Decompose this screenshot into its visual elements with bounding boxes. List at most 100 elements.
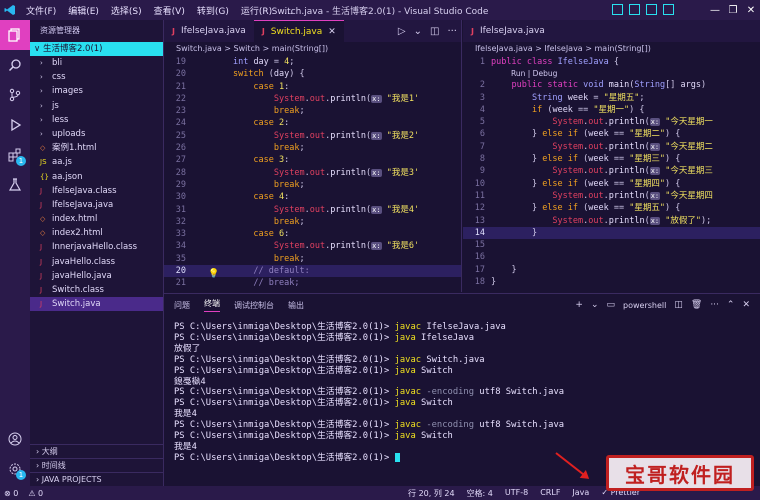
line-ending[interactable]: CRLF	[540, 488, 560, 499]
run-dropdown-icon[interactable]: ⌄	[414, 26, 422, 37]
tab-ifelsejava[interactable]: J IfelseJava.java	[164, 20, 254, 42]
file-tree-item[interactable]: J InnerjavaHello.class	[30, 240, 163, 254]
file-tree-item[interactable]: {} aa.json	[30, 170, 163, 184]
breadcrumb[interactable]: Switch.java > Switch > main(String[])	[164, 42, 461, 56]
file-tree: › bli › css › images › js › less › uploads ◇ 案例1.html…	[30, 56, 163, 312]
menu-item[interactable]: ...	[284, 7, 293, 17]
settings-gear-icon[interactable]: 1	[0, 454, 30, 484]
panel-tab[interactable]: 终端	[204, 298, 220, 312]
split-editor-icon[interactable]: ◫	[430, 26, 439, 37]
source-control-icon[interactable]	[0, 80, 30, 110]
file-tree-item[interactable]: J IfelseJava.class	[30, 184, 163, 198]
terminal-line: 鎴戞槸4	[174, 376, 206, 387]
file-tree-item[interactable]: ◇ index2.html	[30, 226, 163, 240]
indentation[interactable]: 空格: 4	[467, 488, 493, 499]
class-file-icon: J	[40, 186, 43, 195]
run-debug-codelens[interactable]: Run | Debug	[463, 68, 760, 79]
code-area-left[interactable]: 19 int day = 4; 20 switch (day) {21 case …	[164, 56, 461, 290]
timeline-section[interactable]: › 时间线	[30, 458, 164, 472]
menu-item[interactable]: 运行(R)	[241, 7, 272, 17]
account-icon[interactable]	[0, 424, 30, 454]
panel-tab[interactable]: 调试控制台	[234, 300, 274, 311]
tab-switch-java[interactable]: J Switch.java ✕	[253, 20, 344, 42]
testing-icon[interactable]	[0, 170, 30, 200]
json-file-icon: {}	[40, 172, 49, 181]
file-tree-item[interactable]: › css	[30, 70, 163, 84]
file-tree-item[interactable]: ◇ 案例1.html	[30, 141, 163, 155]
more-actions-icon[interactable]: ···	[447, 26, 457, 37]
line-content: public class IfelseJava {	[491, 57, 619, 67]
maximize-icon[interactable]: ❐	[724, 5, 742, 16]
panel-tab[interactable]: 输出	[288, 300, 304, 311]
split-terminal-icon[interactable]: ◫	[674, 300, 683, 310]
file-tree-item[interactable]: JS aa.js	[30, 155, 163, 169]
file-tree-item[interactable]: ◇ index.html	[30, 212, 163, 226]
breadcrumb-right[interactable]: IfelseJava.java > IfelseJava > main(Stri…	[463, 42, 760, 56]
terminal-output[interactable]: PS C:\Users\inmiga\Desktop\生活博客2.0(1)> j…	[164, 316, 760, 470]
file-tree-item[interactable]: J Switch.java	[30, 297, 163, 312]
panel-tab[interactable]: 问题	[174, 300, 190, 311]
terminal-line: PS C:\Users\inmiga\Desktop\生活博客2.0(1)> j…	[174, 431, 453, 442]
menu-item[interactable]: 查看(V)	[154, 7, 185, 17]
file-tree-item[interactable]: › less	[30, 113, 163, 127]
search-icon[interactable]	[0, 50, 30, 80]
close-icon[interactable]: ✕	[742, 5, 760, 16]
terminal-dropdown-icon[interactable]: ⌄	[591, 300, 599, 310]
file-tree-label: images	[52, 86, 83, 97]
java-projects-section[interactable]: › JAVA PROJECTS	[30, 472, 164, 486]
close-tab-icon[interactable]: ✕	[328, 27, 336, 37]
timeline-label: 时间线	[41, 461, 66, 470]
tab-label: IfelseJava.java	[180, 26, 246, 36]
more-icon[interactable]: ···	[710, 300, 719, 310]
minimize-icon[interactable]: —	[706, 5, 724, 16]
language-mode[interactable]: Java	[572, 488, 589, 499]
customize-layout-icon[interactable]	[663, 4, 674, 15]
menu-item[interactable]: 选择(S)	[111, 7, 142, 17]
errors-count[interactable]: ⊗ 0	[4, 489, 18, 498]
line-content: break;	[273, 106, 305, 117]
maximize-panel-icon[interactable]: ⌃	[727, 300, 735, 310]
line-content: System.out.println(x: "今天星期二	[552, 141, 713, 152]
code-line: 34 System.out.println(x: "我是6'	[164, 240, 461, 252]
warnings-count[interactable]: ⚠ 0	[28, 489, 43, 498]
workspace-root[interactable]: ∨ 生活博客2.0(1)	[30, 42, 163, 56]
terminal-shell-name[interactable]: powershell	[623, 301, 666, 310]
outline-section[interactable]: › 大纲	[30, 444, 164, 458]
tab-ifelsejava-right[interactable]: J IfelseJava.java	[463, 20, 553, 42]
close-panel-icon[interactable]: ✕	[742, 300, 750, 310]
line-number: 17	[474, 264, 485, 275]
toggle-panel-icon[interactable]	[629, 4, 640, 15]
file-encoding[interactable]: UTF-8	[505, 488, 528, 499]
new-terminal-icon[interactable]: +	[575, 300, 583, 310]
line-number: 10	[474, 178, 485, 189]
explorer-icon[interactable]	[0, 20, 30, 50]
menu-item[interactable]: 转到(G)	[197, 7, 229, 17]
line-number: 21	[175, 278, 186, 289]
file-tree-item[interactable]: J IfelseJava.java	[30, 198, 163, 212]
extensions-icon[interactable]: 1	[0, 140, 30, 170]
line-number: 23	[175, 106, 186, 117]
file-tree-item[interactable]: JjavaHello.class	[30, 255, 163, 269]
toggle-secondary-sidebar-icon[interactable]	[646, 4, 657, 15]
kill-terminal-icon[interactable]: 🗑	[691, 300, 702, 310]
file-tree-item[interactable]: › bli	[30, 56, 163, 70]
lightbulb-icon[interactable]: 💡	[208, 269, 219, 279]
file-tree-item[interactable]: › js	[30, 99, 163, 113]
file-tree-label: 案例1.html	[52, 143, 97, 154]
line-number: 22	[175, 93, 186, 104]
run-icon[interactable]: ▷	[398, 26, 406, 37]
file-tree-item[interactable]: › uploads	[30, 127, 163, 141]
file-tree-item[interactable]: › images	[30, 84, 163, 98]
vscode-logo-icon	[0, 0, 20, 20]
menu-item[interactable]: 文件(F)	[26, 7, 56, 17]
code-line: 12 } else if (week == "星期五") {	[463, 202, 760, 214]
run-debug-icon[interactable]	[0, 110, 30, 140]
toggle-sidebar-icon[interactable]	[612, 4, 623, 15]
file-tree-item[interactable]: J Switch.class	[30, 283, 163, 297]
cursor-position[interactable]: 行 20, 列 24	[408, 488, 455, 499]
file-tree-item[interactable]: JjavaHello.java	[30, 269, 163, 283]
menu-item[interactable]: 编辑(E)	[68, 7, 99, 17]
code-line: 18}	[463, 276, 760, 288]
line-number: 13	[474, 215, 485, 226]
code-area-right[interactable]: 1 public class IfelseJava {Run | Debug 2 p…	[463, 56, 760, 288]
